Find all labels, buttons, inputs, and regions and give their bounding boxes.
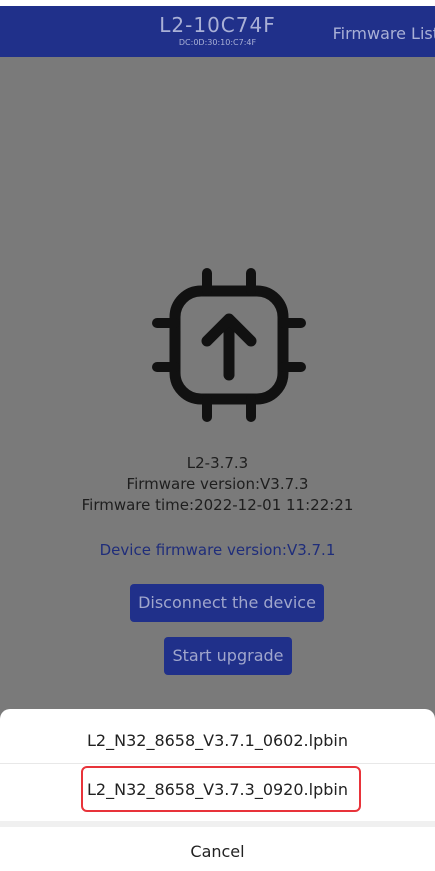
disconnect-device-button[interactable]: Disconnect the device: [130, 584, 324, 622]
firmware-time-label: Firmware time:2022-12-01 11:22:21: [81, 496, 354, 514]
device-model-label: L2-3.7.3: [186, 454, 249, 472]
cancel-button[interactable]: Cancel: [0, 842, 435, 861]
device-firmware-version-label: Device firmware version:V3.7.1: [99, 541, 336, 559]
firmware-option-v371[interactable]: L2_N32_8658_V3.7.1_0602.lpbin: [0, 731, 435, 750]
header-bar: L2-10C74F DC:0D:30:10:C7:4F Firmware Lis…: [0, 0, 435, 57]
chip-upload-icon: [152, 268, 306, 422]
firmware-list-link[interactable]: Firmware List: [333, 24, 435, 43]
start-upgrade-button[interactable]: Start upgrade: [164, 637, 292, 675]
sheet-divider: [0, 763, 435, 764]
selection-highlight-box: [81, 766, 361, 812]
sheet-divider: [0, 821, 435, 827]
firmware-version-label: Firmware version:V3.7.3: [126, 475, 309, 493]
